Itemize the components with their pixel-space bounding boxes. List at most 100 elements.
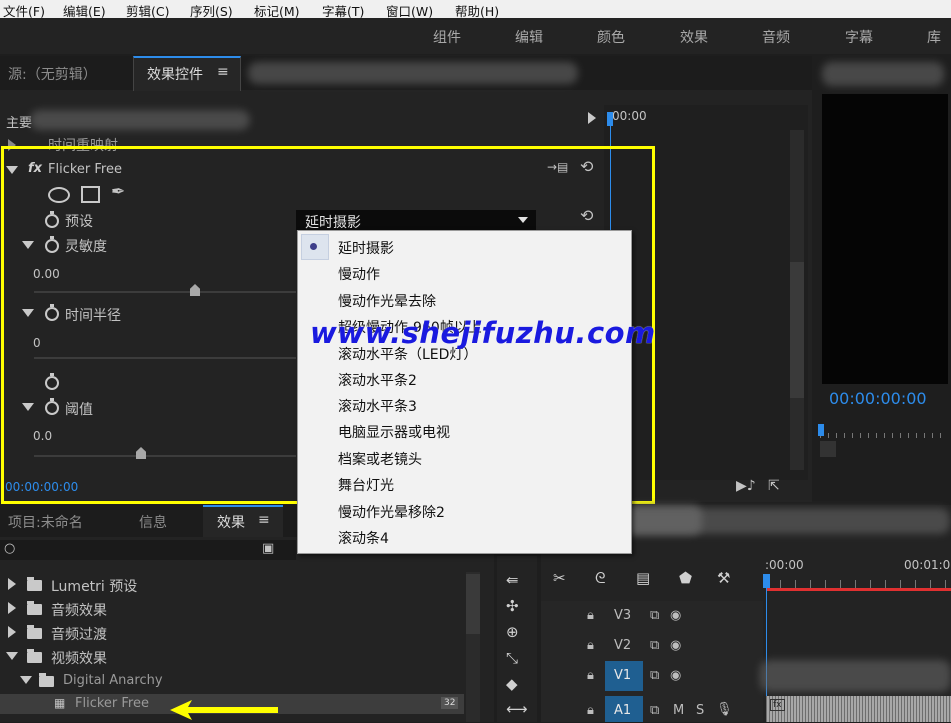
effects-list-item-flicker-free[interactable]: Flicker Free	[75, 696, 149, 711]
program-monitor-video	[822, 94, 948, 384]
effects-tab-menu-icon[interactable]: ≡	[258, 512, 270, 528]
track-v1-label[interactable]: V1	[614, 668, 631, 683]
dropdown-item-monitor-tv[interactable]: 电脑显示器或电视	[338, 422, 450, 442]
program-zoom-control[interactable]	[820, 441, 836, 457]
play-audio-icon[interactable]: ▶♪	[736, 478, 756, 494]
eye-icon[interactable]: ◉	[670, 668, 681, 683]
effects-list-scrollbar-thumb[interactable]	[466, 574, 480, 634]
lock-icon[interactable]: 🔒︎	[587, 668, 594, 683]
dropdown-item-timelapse[interactable]: 延时摄影	[338, 238, 394, 258]
ec-ruler-time: 00:00	[612, 109, 647, 123]
ec-scrollbar-thumb[interactable]	[790, 262, 804, 398]
tab-project[interactable]: 项目:未命名	[8, 512, 83, 532]
blurred-tab-area	[248, 62, 578, 84]
sync-lock-icon[interactable]: ⧉	[650, 668, 659, 683]
effects-search-input[interactable]	[0, 540, 296, 560]
radio-selected-icon	[310, 243, 317, 250]
folder-icon	[27, 577, 42, 591]
dropdown-item-rolling-2[interactable]: 滚动水平条2	[338, 370, 417, 390]
razor-tool-icon[interactable]: ◆	[506, 675, 518, 693]
effects-list-item-audio-transitions[interactable]: 音频过渡	[51, 624, 107, 644]
audio-transitions-expand-icon[interactable]	[8, 626, 16, 638]
eye-icon[interactable]: ◉	[670, 638, 681, 653]
blurred-clip-name	[30, 110, 250, 130]
yellow-arrow-icon	[170, 700, 278, 720]
track-v2-label[interactable]: V2	[614, 638, 631, 653]
workspace-assembly[interactable]: 组件	[433, 27, 461, 47]
show-timeline-toggle-icon[interactable]	[588, 112, 596, 124]
dropdown-item-archive[interactable]: 档案或老镜头	[338, 449, 422, 469]
linked-selection-icon[interactable]: ᘓ	[595, 569, 606, 587]
effects-list-item-digital-anarchy[interactable]: Digital Anarchy	[63, 673, 163, 688]
dropdown-item-stage-light[interactable]: 舞台灯光	[338, 475, 394, 495]
effects-list-item-lumetri[interactable]: Lumetri 预设	[51, 576, 137, 596]
folder-icon	[39, 673, 54, 687]
audio-clip-waveform[interactable]	[766, 696, 951, 722]
tab-effect-controls-label: 效果控件	[147, 67, 203, 83]
sync-lock-icon[interactable]: ⧉	[650, 638, 659, 653]
video-effects-collapse-icon[interactable]	[6, 652, 18, 660]
rate-stretch-tool-icon[interactable]: ⤡	[506, 649, 518, 667]
timeline-ruler-start: :00:00	[765, 558, 804, 572]
blurred-timecode-area	[622, 505, 702, 535]
folder-icon	[27, 625, 42, 639]
wrench-icon[interactable]: ⚒	[717, 569, 730, 587]
lock-icon[interactable]: 🔒︎	[587, 638, 594, 653]
lock-icon[interactable]: 🔒︎	[587, 703, 594, 718]
menu-bar: 文件(F) 编辑(E) 剪辑(C) 序列(S) 标记(M) 字幕(T) 窗口(W…	[0, 0, 951, 19]
accelerated-effects-filter-icon[interactable]: ▣	[262, 541, 274, 556]
rolling-edit-tool-icon[interactable]: ⊕	[506, 623, 519, 641]
workspace-bar: 组件 编辑 颜色 效果 音频 字幕 库	[0, 18, 951, 54]
export-frame-icon[interactable]: ⇱	[768, 478, 780, 494]
effects-list-item-audio-effects[interactable]: 音频效果	[51, 600, 107, 620]
program-playhead[interactable]	[818, 424, 824, 436]
ec-playhead[interactable]	[607, 112, 613, 126]
lumetri-expand-icon[interactable]	[8, 578, 16, 590]
program-ruler	[820, 422, 948, 438]
sync-lock-icon[interactable]: ⧉	[650, 703, 659, 718]
program-timecode[interactable]: 00:00:00:00	[829, 389, 927, 408]
master-clip-label: 主要	[6, 116, 33, 131]
track-select-tool-icon[interactable]: ⇚	[506, 571, 519, 589]
solo-button[interactable]: S	[696, 703, 704, 718]
workspace-audio[interactable]: 音频	[762, 27, 790, 47]
32bit-badge: 32	[441, 697, 459, 709]
dropdown-item-slowmo[interactable]: 慢动作	[338, 264, 380, 284]
ripple-edit-tool-icon[interactable]: ✣	[506, 597, 519, 615]
blurred-video-clip	[760, 660, 951, 692]
digital-anarchy-collapse-icon[interactable]	[20, 676, 32, 684]
marker-icon[interactable]: ⬟	[679, 569, 692, 587]
timeline-playhead[interactable]	[763, 574, 770, 588]
folder-icon	[27, 601, 42, 615]
lock-icon[interactable]: 🔒︎	[587, 608, 594, 623]
slip-tool-icon[interactable]: ⟷	[506, 700, 528, 718]
search-icon: ○	[4, 541, 16, 556]
workspace-libraries[interactable]: 库	[927, 27, 941, 47]
timeline-ruler-1min: 00:01:0	[904, 558, 951, 572]
workspace-color[interactable]: 颜色	[597, 27, 625, 47]
dropdown-item-rolling-4[interactable]: 滚动条4	[338, 528, 389, 548]
add-marker-icon[interactable]: ▤	[636, 569, 650, 587]
tab-info[interactable]: 信息	[139, 512, 167, 532]
clip-fx-badge: fx	[770, 699, 785, 711]
dropdown-item-slowmo-halo[interactable]: 慢动作光晕去除	[338, 291, 436, 311]
timeline-ruler-ticks	[765, 580, 951, 588]
effects-list-item-video-effects[interactable]: 视频效果	[51, 648, 107, 668]
track-a1-label[interactable]: A1	[614, 703, 631, 718]
eye-icon[interactable]: ◉	[670, 608, 681, 623]
workspace-titles[interactable]: 字幕	[845, 27, 873, 47]
track-v3-label[interactable]: V3	[614, 608, 631, 623]
audio-effects-expand-icon[interactable]	[8, 602, 16, 614]
tab-source[interactable]: 源:（无剪辑）	[8, 64, 97, 84]
workspace-effects[interactable]: 效果	[680, 27, 708, 47]
tab-effects-label: 效果	[217, 515, 245, 531]
dropdown-item-slowmo-halo-2[interactable]: 慢动作光晕移除2	[338, 502, 445, 522]
tab-menu-icon[interactable]: ≡	[217, 64, 229, 80]
microphone-icon[interactable]: 🎙︎	[716, 702, 733, 717]
workspace-editing[interactable]: 编辑	[515, 27, 543, 47]
watermark-text: www.shejifuzhu.com	[310, 316, 656, 350]
dropdown-item-rolling-3[interactable]: 滚动水平条3	[338, 396, 417, 416]
snap-icon[interactable]: ✂	[553, 569, 566, 587]
mute-button[interactable]: M	[673, 703, 684, 718]
sync-lock-icon[interactable]: ⧉	[650, 608, 659, 623]
